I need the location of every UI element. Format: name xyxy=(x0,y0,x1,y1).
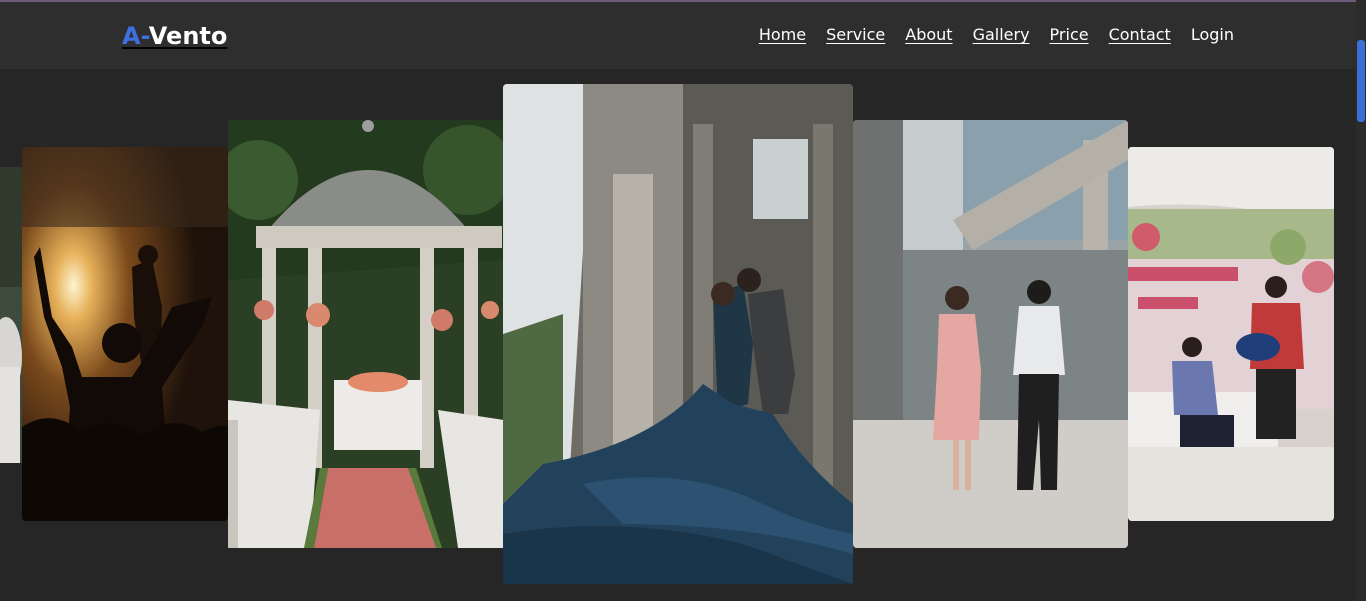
main-nav: Home Service About Gallery Price Contact… xyxy=(759,25,1234,44)
brand-logo-text: Vento xyxy=(148,22,228,50)
bride-photo[interactable] xyxy=(0,167,24,463)
nav-contact-link[interactable]: Contact xyxy=(1109,25,1171,44)
nav-gallery-link[interactable]: Gallery xyxy=(973,25,1030,44)
scrollbar-thumb[interactable] xyxy=(1357,40,1365,122)
nav-home-link[interactable]: Home xyxy=(759,25,806,44)
page-scrollbar[interactable] xyxy=(1356,0,1366,601)
gazebo-wedding-photo[interactable] xyxy=(228,120,504,548)
brand-logo[interactable]: A-Vento xyxy=(122,22,227,50)
couple-blue-gown-photo[interactable] xyxy=(503,84,853,584)
nav-service-link[interactable]: Service xyxy=(826,25,885,44)
couple-walking-photo[interactable] xyxy=(853,120,1128,548)
nav-about-link[interactable]: About xyxy=(905,25,952,44)
nav-price-link[interactable]: Price xyxy=(1050,25,1089,44)
login-link[interactable]: Login xyxy=(1191,25,1234,44)
brand-logo-accent: A- xyxy=(122,22,149,50)
concert-photo[interactable] xyxy=(22,147,228,521)
anniversary-band-photo[interactable] xyxy=(1128,147,1334,521)
photo-carousel xyxy=(0,69,1356,601)
navbar: A-Vento Home Service About Gallery Price… xyxy=(0,2,1356,69)
